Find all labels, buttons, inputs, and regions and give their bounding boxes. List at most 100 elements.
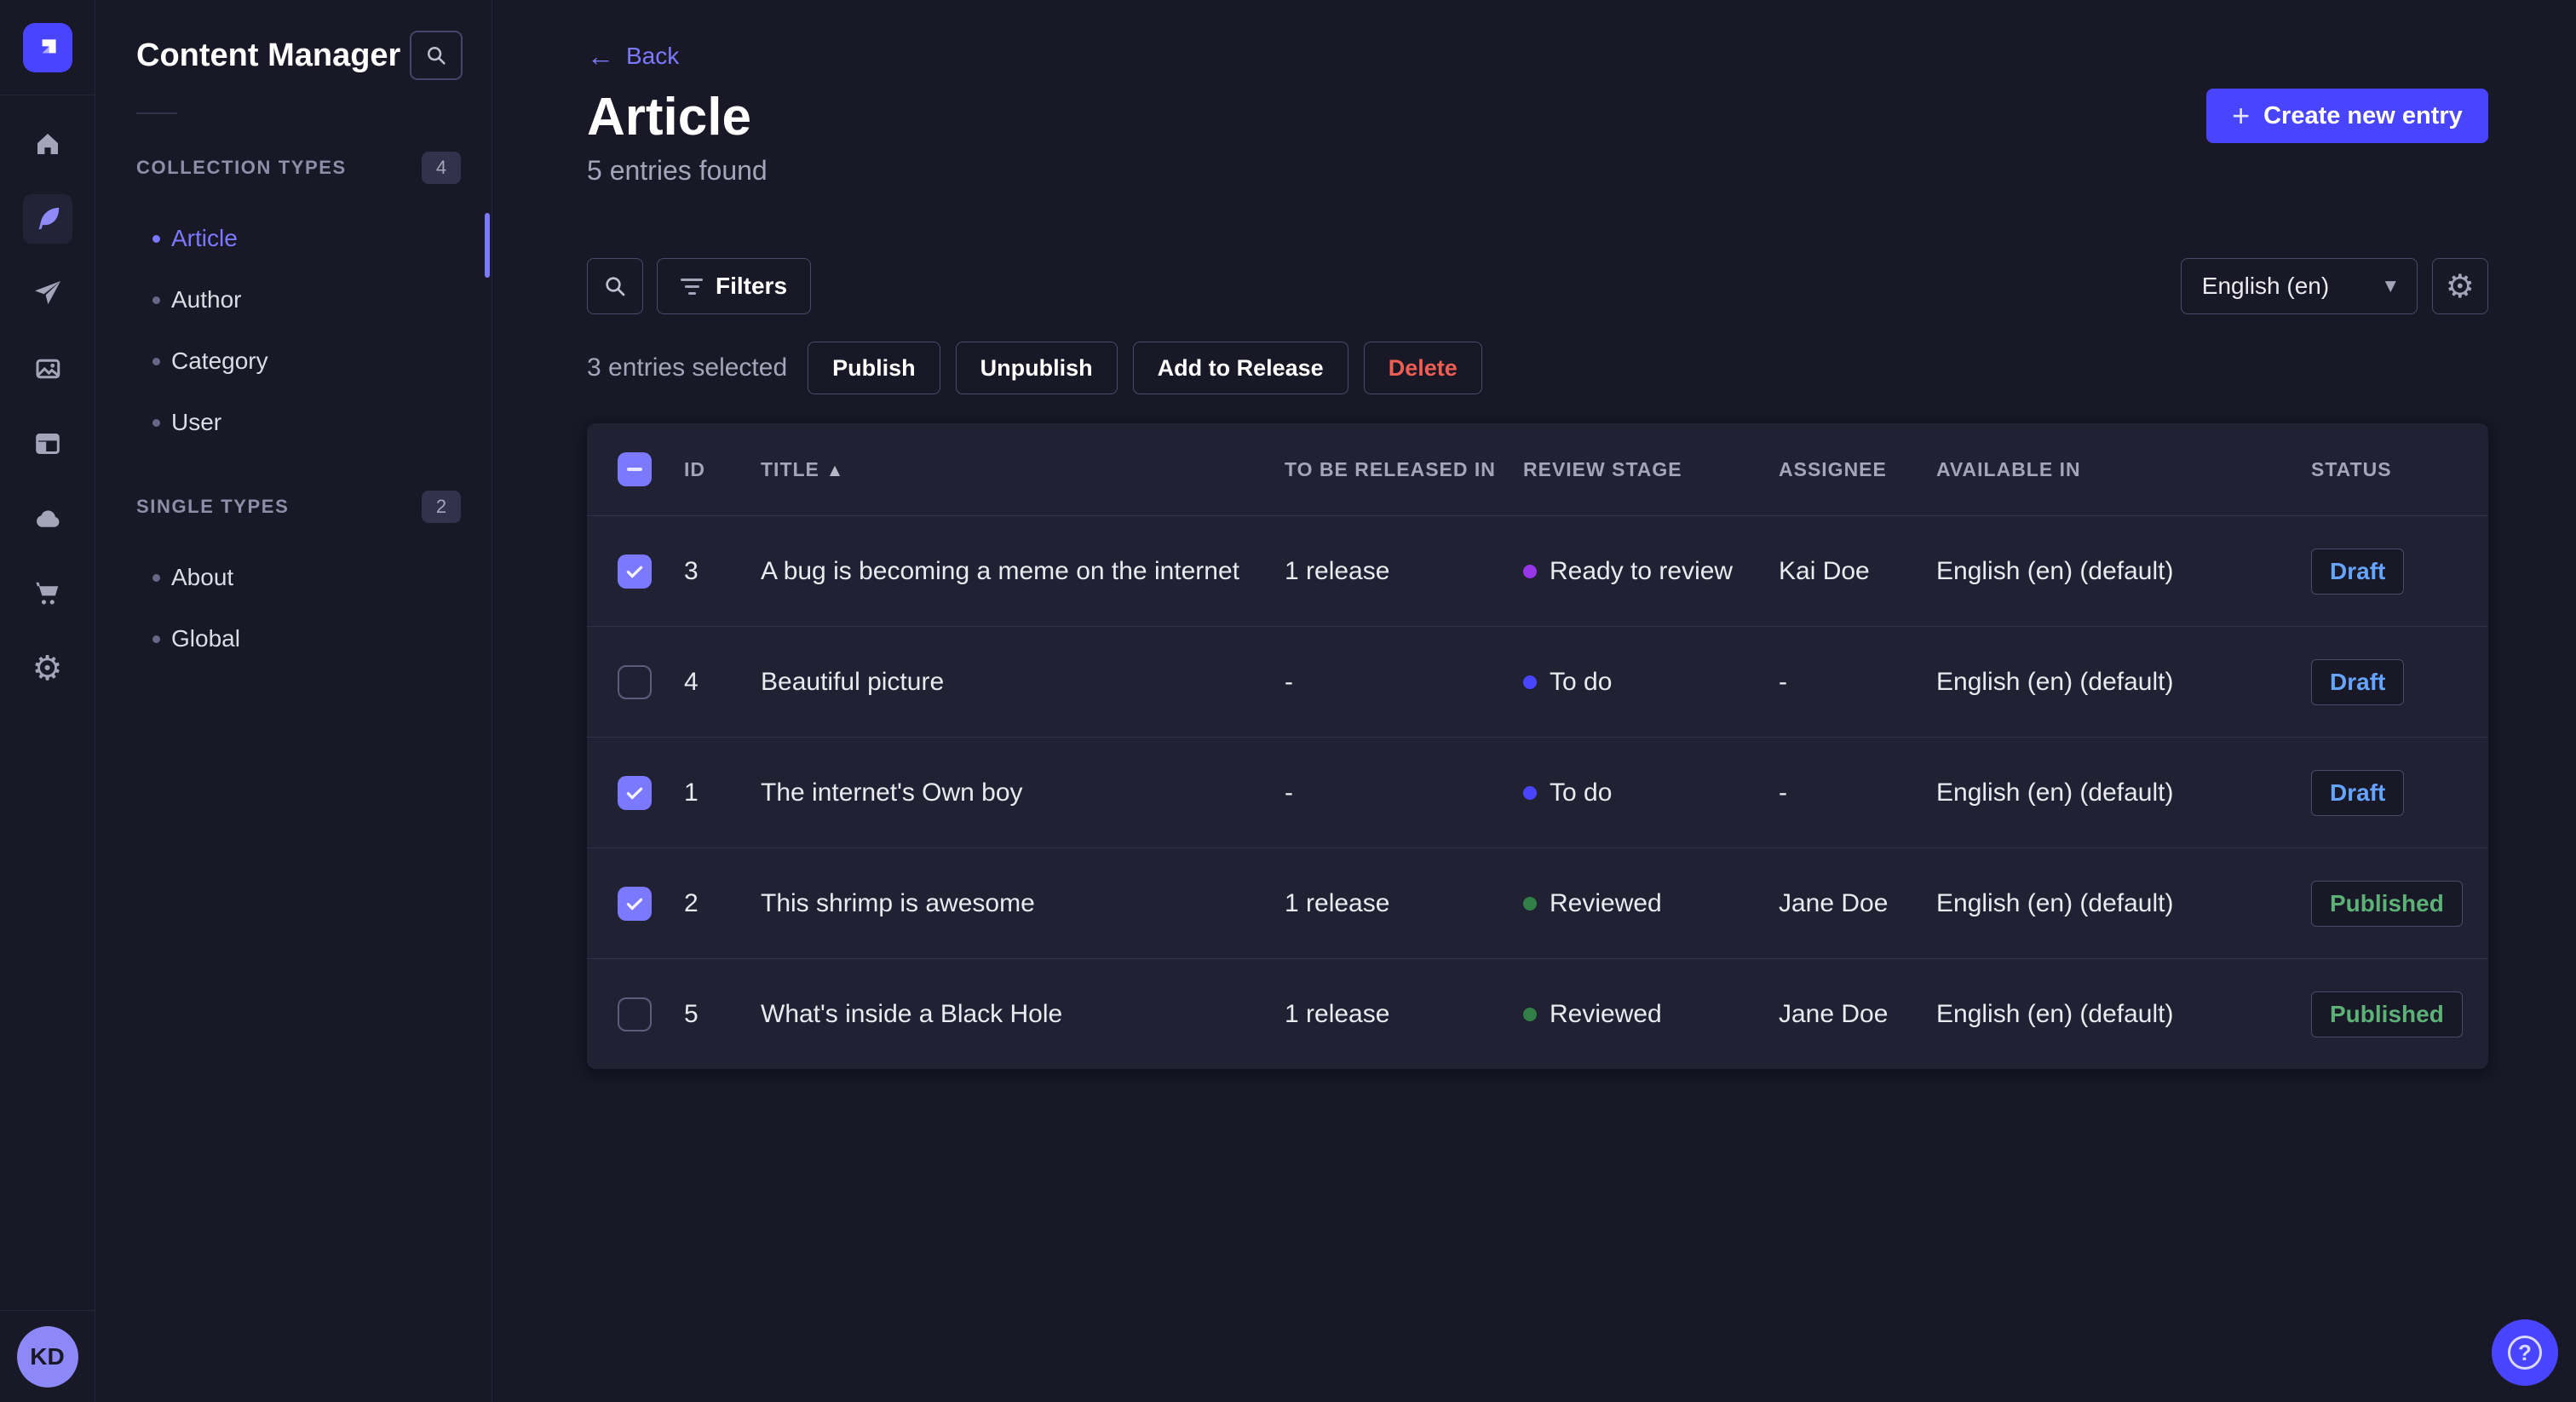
entries-table: ID TITLE ▲ TO BE RELEASED IN REVIEW STAG…	[587, 423, 2488, 1070]
release-menu[interactable]: 1 release	[1285, 889, 1523, 918]
table-row[interactable]: 3 A bug is becoming a meme on the intern…	[587, 515, 2488, 626]
cell-assignee: Jane Doe	[1779, 999, 1889, 1028]
main-nav-rail: ⚙ KD	[0, 0, 95, 1402]
release-paper-plane-icon[interactable]	[23, 269, 72, 319]
cell-review-stage: To do	[1523, 779, 1779, 807]
rail-footer: KD	[0, 1310, 95, 1402]
sidebar-item-user[interactable]: User	[95, 392, 492, 453]
locale-menu[interactable]: English (en) (default)	[1936, 779, 2311, 807]
sidebar-search-button[interactable]	[410, 31, 463, 80]
status-badge: Published	[2311, 880, 2463, 927]
sidebar-item-label: About	[171, 564, 234, 590]
release-menu[interactable]: -	[1285, 779, 1523, 807]
content-manager-feather-icon[interactable]	[22, 194, 72, 244]
locale-menu[interactable]: English (en) (default)	[1936, 1000, 2311, 1029]
row-checkbox[interactable]	[618, 997, 652, 1031]
locale-menu[interactable]: English (en) (default)	[1936, 557, 2311, 586]
plus-icon: +	[2232, 98, 2251, 133]
cell-id: 4	[684, 667, 699, 696]
create-new-entry-button[interactable]: + Create new entry	[2206, 89, 2488, 143]
cell-title: A bug is becoming a meme on the internet	[761, 556, 1240, 585]
release-menu[interactable]: 1 release	[1285, 1000, 1523, 1029]
row-checkbox[interactable]	[618, 775, 652, 810]
settings-gear-icon[interactable]: ⚙	[23, 644, 72, 693]
cell-title: Beautiful picture	[761, 667, 945, 696]
entries-count: 5 entries found	[587, 155, 768, 187]
selection-count: 3 entries selected	[587, 353, 788, 382]
sidebar-divider	[136, 112, 177, 114]
locale-menu[interactable]: English (en) (default)	[1936, 668, 2311, 697]
release-menu[interactable]: 1 release	[1285, 557, 1523, 586]
sidebar-item-label: Category	[171, 348, 268, 374]
home-icon[interactable]	[23, 119, 72, 169]
table-header-row: ID TITLE ▲ TO BE RELEASED IN REVIEW STAG…	[587, 423, 2488, 515]
content-type-builder-layout-icon[interactable]	[23, 419, 72, 468]
column-header-title[interactable]: TITLE ▲	[761, 458, 1285, 481]
filters-label: Filters	[716, 273, 788, 300]
status-badge: Draft	[2311, 769, 2405, 816]
table-row[interactable]: 4 Beautiful picture - To do - English (e…	[587, 626, 2488, 737]
sidebar-sections: COLLECTION TYPES 4 Article Author Catego…	[95, 152, 492, 669]
publish-button[interactable]: Publish	[808, 342, 940, 395]
section-count-badge: 2	[422, 491, 461, 523]
release-menu[interactable]: -	[1285, 668, 1523, 697]
locale-select[interactable]: English (en) ▼	[2180, 258, 2418, 315]
strapi-logo-icon	[42, 38, 56, 53]
arrow-left-icon: ←	[587, 41, 614, 72]
bullet-icon	[152, 418, 160, 427]
marketplace-cart-icon[interactable]	[23, 569, 72, 618]
status-badge: Draft	[2311, 658, 2405, 705]
locale-value: English (en)	[2201, 273, 2330, 300]
stage-dot-icon	[1523, 785, 1537, 800]
unpublish-button[interactable]: Unpublish	[955, 342, 1118, 395]
section-label: COLLECTION TYPES	[136, 157, 347, 178]
bullet-icon	[152, 296, 160, 304]
sidebar-item-about[interactable]: About	[95, 547, 492, 608]
row-checkbox[interactable]	[618, 664, 652, 699]
table-body: 3 A bug is becoming a meme on the intern…	[587, 515, 2488, 1069]
table-row[interactable]: 5 What's inside a Black Hole 1 release R…	[587, 958, 2488, 1069]
rail-nav: ⚙	[0, 95, 95, 693]
delete-button[interactable]: Delete	[1363, 342, 1482, 395]
check-icon	[626, 898, 643, 911]
media-library-images-icon[interactable]	[23, 344, 72, 394]
cell-review-stage: Ready to review	[1523, 557, 1779, 586]
table-row[interactable]: 2 This shrimp is awesome 1 release Revie…	[587, 848, 2488, 958]
sidebar-scrollbar-thumb[interactable]	[485, 213, 490, 278]
table-row[interactable]: 1 The internet's Own boy - To do - Engli…	[587, 737, 2488, 848]
cell-id: 3	[684, 556, 699, 585]
select-all-checkbox[interactable]	[618, 452, 652, 487]
cell-id: 1	[684, 778, 699, 807]
list-settings-button[interactable]: ⚙	[2431, 258, 2488, 315]
selection-actions: Publish Unpublish Add to Release Delete	[808, 342, 1482, 395]
cell-id: 5	[684, 999, 699, 1028]
add-to-release-button[interactable]: Add to Release	[1132, 342, 1348, 395]
sidebar-section: SINGLE TYPES 2 About Global	[95, 491, 492, 669]
status-badge: Published	[2311, 991, 2463, 1037]
filters-button[interactable]: Filters	[657, 258, 812, 315]
column-header-to-be-released-in: TO BE RELEASED IN	[1285, 457, 1496, 480]
check-icon	[626, 787, 643, 800]
cell-review-stage: To do	[1523, 668, 1779, 697]
sidebar-item-label: User	[171, 409, 222, 435]
help-button[interactable]: ?	[2492, 1319, 2558, 1386]
back-link[interactable]: ← Back	[587, 41, 679, 72]
sidebar-item-author[interactable]: Author	[95, 269, 492, 330]
search-icon	[428, 47, 446, 65]
strapi-logo[interactable]	[22, 22, 72, 72]
gear-icon: ⚙	[2445, 267, 2475, 306]
cell-assignee: -	[1779, 667, 1787, 696]
bullet-icon	[152, 234, 160, 243]
row-checkbox[interactable]	[618, 554, 652, 589]
cell-title: The internet's Own boy	[761, 778, 1023, 807]
locale-menu[interactable]: English (en) (default)	[1936, 889, 2311, 918]
search-button[interactable]	[587, 258, 643, 315]
cloud-icon[interactable]	[23, 494, 72, 543]
search-icon	[606, 277, 625, 296]
sidebar-item-global[interactable]: Global	[95, 608, 492, 669]
question-mark-icon: ?	[2508, 1336, 2542, 1370]
sidebar-item-article[interactable]: Article	[95, 208, 492, 269]
row-checkbox[interactable]	[618, 886, 652, 921]
avatar[interactable]: KD	[16, 1325, 78, 1388]
sidebar-item-category[interactable]: Category	[95, 330, 492, 392]
